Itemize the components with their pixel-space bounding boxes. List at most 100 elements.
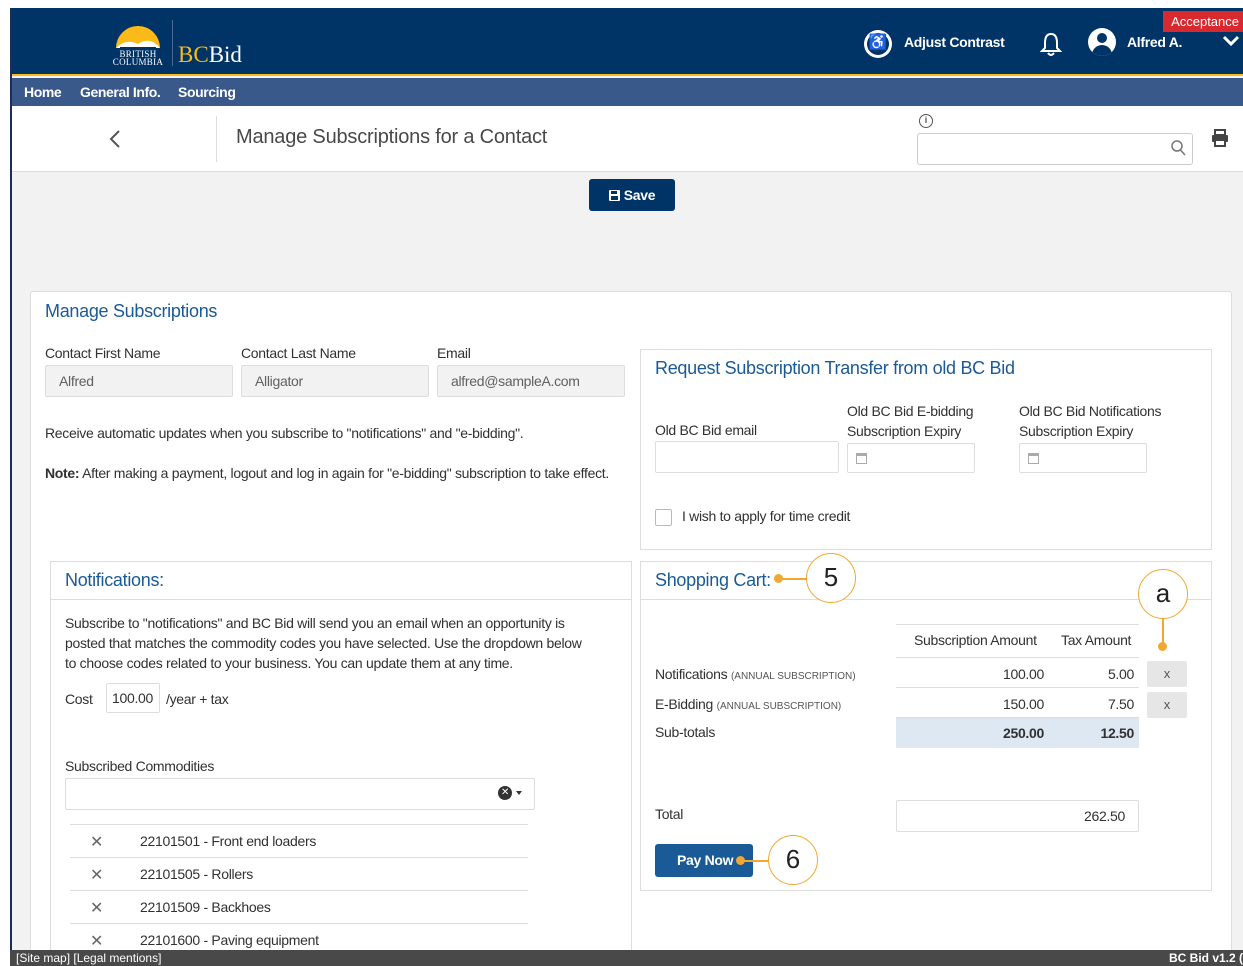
cart-item-qualifier: (ANNUAL SUBSCRIPTION) bbox=[730, 671, 856, 682]
list-item: ✕ 22101505 - Rollers bbox=[70, 858, 528, 891]
print-icon[interactable] bbox=[1210, 128, 1230, 148]
save-button[interactable]: Save bbox=[589, 179, 675, 211]
shopping-cart-card: Shopping Cart: Subscription Amount Tax A… bbox=[640, 561, 1212, 891]
calendar-icon[interactable] bbox=[1028, 453, 1039, 464]
remove-notifications-button[interactable]: x bbox=[1147, 661, 1187, 687]
notif-expiry-label-1: Old BC Bid Notifications bbox=[1019, 403, 1162, 419]
info-icon[interactable]: i bbox=[919, 114, 933, 128]
user-name[interactable]: Alfred A. bbox=[1127, 34, 1182, 50]
col-tax-header: Tax Amount bbox=[1061, 632, 1132, 648]
list-item: ✕ 22101509 - Backhoes bbox=[70, 891, 528, 924]
email-field[interactable]: alfred@sampleA.com bbox=[437, 365, 625, 397]
app-window: BRITISH COLUMBIA BCBid Acceptance Adjust… bbox=[10, 8, 1243, 958]
nav-item-general-info[interactable]: General Info. bbox=[80, 84, 161, 100]
commodity-select[interactable]: ✕ bbox=[65, 778, 535, 810]
page-title: Manage Subscriptions for a Contact bbox=[236, 126, 548, 148]
callout-line bbox=[741, 860, 769, 862]
first-name-field[interactable]: Alfred bbox=[45, 365, 233, 397]
notifications-desc-1: Subscribe to "notifications" and BC Bid … bbox=[65, 615, 565, 631]
ebid-expiry-date-field[interactable] bbox=[847, 443, 975, 473]
email-label: Email bbox=[437, 345, 471, 361]
environment-badge: Acceptance bbox=[1163, 11, 1243, 32]
notifications-title: Notifications: bbox=[65, 570, 164, 590]
remove-ebidding-button[interactable]: x bbox=[1147, 692, 1187, 718]
remove-commodity-icon[interactable]: ✕ bbox=[90, 832, 103, 852]
version-label: BC Bid v1.2 ( bbox=[1168, 951, 1243, 965]
notif-expiry-label-2: Subscription Expiry bbox=[1019, 423, 1134, 439]
subtotal-amount: 250.00 bbox=[1002, 725, 1044, 741]
user-avatar-icon[interactable] bbox=[1088, 28, 1116, 56]
old-email-label: Old BC Bid email bbox=[655, 422, 757, 438]
commodity-name: 22101600 - Paving equipment bbox=[140, 932, 319, 948]
subtotal-tax: 12.50 bbox=[1100, 725, 1134, 741]
commodity-name: 22101509 - Backhoes bbox=[140, 899, 271, 915]
time-credit-label: I wish to apply for time credit bbox=[682, 508, 851, 524]
bell-icon[interactable] bbox=[1040, 31, 1062, 57]
total-field: 262.50 bbox=[896, 800, 1139, 832]
callout-a: a bbox=[1138, 569, 1188, 619]
note-bold: Note: bbox=[45, 465, 80, 481]
old-email-field[interactable] bbox=[655, 441, 839, 473]
chevron-down-icon[interactable] bbox=[1222, 34, 1240, 48]
transfer-title: Request Subscription Transfer from old B… bbox=[655, 358, 1015, 378]
time-credit-checkbox[interactable] bbox=[655, 509, 672, 526]
note-body: After making a payment, logout and log i… bbox=[79, 465, 609, 481]
cost-label: Cost bbox=[65, 691, 93, 707]
brand-prefix: BC bbox=[178, 42, 209, 67]
cost-field: 100.00 bbox=[106, 683, 160, 713]
callout-line bbox=[779, 578, 807, 580]
subtotal-label: Sub-totals bbox=[655, 724, 716, 740]
title-bar: Manage Subscriptions for a Contact i bbox=[12, 106, 1243, 172]
calendar-icon[interactable] bbox=[856, 453, 867, 464]
cart-item-name: Notifications bbox=[655, 666, 728, 682]
callout-dot bbox=[1158, 642, 1167, 651]
last-name-label: Contact Last Name bbox=[241, 345, 356, 361]
logo-text: BRITISH COLUMBIA bbox=[112, 49, 164, 67]
dropdown-caret-icon[interactable] bbox=[516, 791, 522, 795]
list-item: ✕ 22101501 - Front end loaders bbox=[70, 825, 528, 858]
shopping-cart-title: Shopping Cart: bbox=[655, 570, 771, 590]
transfer-card: Request Subscription Transfer from old B… bbox=[640, 349, 1212, 550]
cart-item-tax: 5.00 bbox=[1107, 666, 1134, 682]
search-icon[interactable] bbox=[1170, 139, 1186, 157]
first-name-label: Contact First Name bbox=[45, 345, 161, 361]
cart-item-tax: 7.50 bbox=[1107, 696, 1134, 712]
cart-item-name: E-Bidding bbox=[655, 696, 714, 712]
clear-icon[interactable]: ✕ bbox=[498, 786, 512, 800]
accessibility-icon[interactable] bbox=[864, 30, 892, 58]
cart-item-amount: 150.00 bbox=[1002, 696, 1044, 712]
nav-item-sourcing[interactable]: Sourcing bbox=[178, 84, 236, 100]
notif-expiry-date-field[interactable] bbox=[1019, 443, 1147, 473]
remove-commodity-icon[interactable]: ✕ bbox=[90, 898, 103, 918]
callout-5: 5 bbox=[806, 553, 856, 603]
cart-item-qualifier: (ANNUAL SUBSCRIPTION) bbox=[716, 701, 842, 712]
last-name-field[interactable]: Alligator bbox=[241, 365, 429, 397]
commodities-label: Subscribed Commodities bbox=[65, 758, 215, 774]
footer-bar: [Site map] [Legal mentions] BC Bid v1.2 … bbox=[10, 950, 1243, 966]
note-text: Note: After making a payment, logout and… bbox=[45, 465, 609, 481]
nav-item-home[interactable]: Home bbox=[24, 84, 62, 100]
info-text: Receive automatic updates when you subsc… bbox=[45, 425, 524, 441]
title-divider bbox=[216, 116, 217, 162]
ebid-expiry-label-1: Old BC Bid E-bidding bbox=[847, 403, 974, 419]
search-input[interactable] bbox=[917, 133, 1193, 165]
main-nav: Home General Info. Sourcing bbox=[12, 78, 1243, 106]
header-bar: BRITISH COLUMBIA BCBid Acceptance Adjust… bbox=[12, 8, 1243, 76]
footer-links[interactable]: [Site map] [Legal mentions] bbox=[16, 951, 161, 965]
notifications-desc-2: posted that matches the commodity codes … bbox=[65, 635, 582, 651]
remove-commodity-icon[interactable]: ✕ bbox=[90, 931, 103, 951]
cart-item-amount: 100.00 bbox=[1002, 666, 1044, 682]
brand-title[interactable]: BCBid bbox=[178, 42, 242, 68]
save-icon bbox=[608, 190, 620, 201]
notifications-desc-3: to choose codes related to your business… bbox=[65, 655, 513, 671]
col-subscription-header: Subscription Amount bbox=[914, 632, 1037, 648]
remove-commodity-icon[interactable]: ✕ bbox=[90, 865, 103, 885]
brand-suffix: Bid bbox=[208, 42, 242, 67]
back-arrow-icon[interactable] bbox=[106, 128, 126, 150]
cost-suffix: /year + tax bbox=[166, 691, 229, 707]
callout-line bbox=[1162, 618, 1164, 644]
adjust-contrast-button[interactable]: Adjust Contrast bbox=[904, 34, 1005, 50]
save-label: Save bbox=[623, 187, 656, 203]
total-label: Total bbox=[655, 806, 684, 822]
commodity-name: 22101505 - Rollers bbox=[140, 866, 253, 882]
